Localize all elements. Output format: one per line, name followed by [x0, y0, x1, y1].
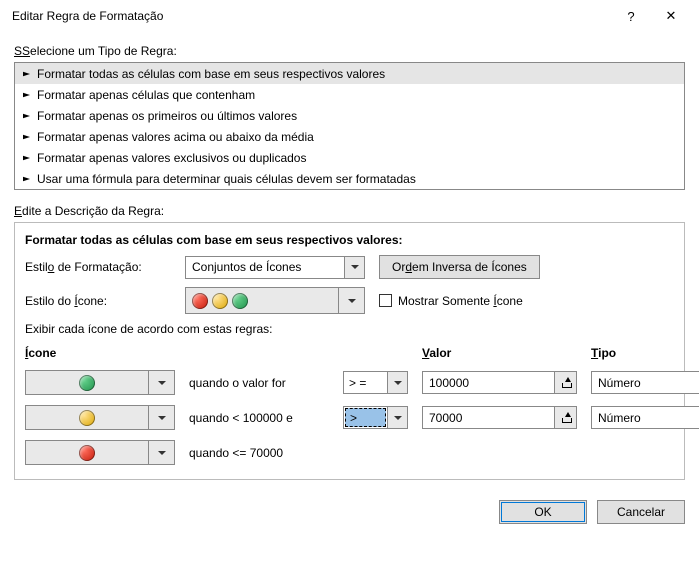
format-style-combo[interactable]: Conjuntos de Ícones [185, 256, 365, 279]
reverse-order-button[interactable]: Ordem Inversa de Ícones [379, 255, 540, 279]
chevron-down-icon[interactable] [344, 257, 364, 278]
rule-type-item-label: Formatar apenas células que contenham [37, 88, 255, 102]
chevron-down-icon[interactable] [387, 372, 407, 393]
chevron-down-icon[interactable] [148, 441, 174, 464]
rule-type-item-label: Formatar todas as células com base em se… [37, 67, 385, 81]
chevron-down-icon[interactable] [148, 371, 174, 394]
format-style-value: Conjuntos de Ícones [186, 257, 344, 278]
row2-when-label: quando < 100000 e [189, 411, 329, 425]
chevron-down-icon[interactable] [148, 406, 174, 429]
rule-type-item[interactable]: Formatar apenas valores exclusivos ou du… [15, 147, 684, 168]
edit-desc-label: Edite a Descrição da Regra: [14, 204, 685, 218]
icon-pick-row3[interactable] [25, 440, 175, 465]
rule-type-item[interactable]: Formatar apenas valores acima ou abaixo … [15, 126, 684, 147]
rule-type-item[interactable]: Formatar apenas células que contenham [15, 84, 684, 105]
ok-button[interactable]: OK [499, 500, 587, 524]
rule-type-item-label: Formatar apenas os primeiros ou últimos … [37, 109, 297, 123]
rule-type-item[interactable]: Usar uma fórmula para determinar quais c… [15, 168, 684, 189]
dialog-footer: OK Cancelar [0, 490, 699, 524]
rule-type-item-label: Usar uma fórmula para determinar quais c… [37, 172, 416, 186]
help-button[interactable]: ? [611, 0, 651, 32]
row1-operator-value: > = [344, 372, 387, 393]
desc-title: Formatar todas as células com base em se… [25, 233, 674, 247]
close-button[interactable]: ✕ [651, 0, 691, 32]
cancel-button[interactable]: Cancelar [597, 500, 685, 524]
bullet-arrow-icon [23, 176, 31, 180]
chevron-down-icon[interactable] [338, 288, 364, 313]
range-ref-button[interactable] [554, 407, 576, 428]
traffic-red-icon [192, 293, 208, 309]
rule-type-item[interactable]: Formatar apenas os primeiros ou últimos … [15, 105, 684, 126]
col-icon-header: Ícone [25, 346, 175, 360]
col-value-header: Valor [422, 346, 577, 360]
bullet-arrow-icon [23, 155, 31, 159]
bullet-arrow-icon [23, 92, 31, 96]
col-type-header: Tipo [591, 346, 699, 360]
bullet-arrow-icon [23, 71, 31, 75]
titlebar: Editar Regra de Formatação ? ✕ [0, 0, 699, 32]
traffic-green-icon [232, 293, 248, 309]
window-title: Editar Regra de Formatação [12, 9, 163, 23]
row1-type-value: Número [592, 372, 699, 393]
icon-style-combo[interactable] [185, 287, 365, 314]
row2-operator-value: > [345, 408, 386, 427]
format-style-label: Estilo de Formatação: [25, 260, 185, 274]
row1-when-label: quando o valor for [189, 376, 329, 390]
close-icon: ✕ [666, 8, 677, 24]
help-icon: ? [627, 9, 634, 24]
rule-type-item-label: Formatar apenas valores exclusivos ou du… [37, 151, 306, 165]
traffic-amber-icon [79, 410, 95, 426]
icon-pick-row1[interactable] [25, 370, 175, 395]
rule-type-item-label: Formatar apenas valores acima ou abaixo … [37, 130, 314, 144]
row2-operator-combo[interactable]: > [343, 406, 408, 429]
row2-value-text: 70000 [423, 407, 554, 428]
row1-operator-combo[interactable]: > = [343, 371, 408, 394]
range-ref-button[interactable] [554, 372, 576, 393]
row1-value-text: 100000 [423, 372, 554, 393]
rules-intro-label: Exibir cada ícone de acordo com estas re… [25, 322, 674, 336]
show-icon-only-label: Mostrar Somente Ícone [398, 294, 523, 308]
row3-when-label: quando <= 70000 [189, 446, 329, 460]
bullet-arrow-icon [23, 113, 31, 117]
rule-type-label: SSelecione um Tipo de Regra:Selecione um… [14, 44, 685, 58]
row1-value-input[interactable]: 100000 [422, 371, 577, 394]
row2-value-input[interactable]: 70000 [422, 406, 577, 429]
show-icon-only-checkbox[interactable] [379, 294, 392, 307]
collapse-dialog-icon [561, 413, 571, 423]
traffic-green-icon [79, 375, 95, 391]
icon-pick-row2[interactable] [25, 405, 175, 430]
bullet-arrow-icon [23, 134, 31, 138]
traffic-amber-icon [212, 293, 228, 309]
traffic-red-icon [79, 445, 95, 461]
row1-type-combo[interactable]: Número [591, 371, 699, 394]
row2-type-value: Número [592, 407, 699, 428]
row2-type-combo[interactable]: Número [591, 406, 699, 429]
ok-button-label: OK [534, 505, 551, 519]
chevron-down-icon[interactable] [387, 407, 407, 428]
rule-description-box: Formatar todas as células com base em se… [14, 222, 685, 480]
rule-type-item[interactable]: Formatar todas as células com base em se… [15, 63, 684, 84]
rule-type-list[interactable]: Formatar todas as células com base em se… [14, 62, 685, 190]
cancel-button-label: Cancelar [617, 505, 665, 519]
collapse-dialog-icon [561, 378, 571, 388]
icon-style-label: Estilo do Ícone: [25, 294, 185, 308]
icon-style-preview [186, 288, 338, 313]
